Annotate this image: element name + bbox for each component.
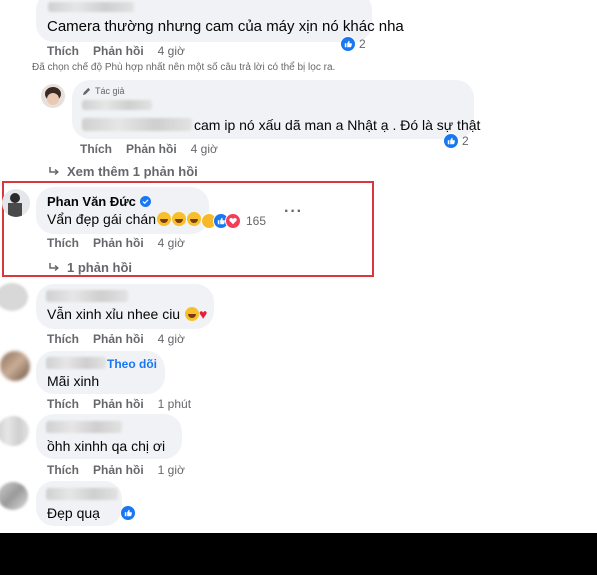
avatar[interactable] — [0, 283, 28, 311]
like-button[interactable]: Thích — [47, 463, 79, 477]
comment-text: ồhh xinhh qa chị ơi — [47, 438, 166, 454]
author-name-blurred — [82, 100, 152, 110]
avatar[interactable] — [0, 416, 29, 446]
reaction-count: 2 — [359, 37, 366, 51]
comment-text: Camera thường nhưng cam của máy xịn nó k… — [47, 18, 404, 35]
comment-bubble: Phan Văn Đức Vẩn đẹp gái chán — [36, 187, 209, 234]
like-button[interactable]: Thích — [47, 332, 79, 346]
verified-badge-icon — [139, 196, 151, 207]
timestamp[interactable]: 4 giờ — [158, 44, 185, 58]
view-replies-link[interactable]: 1 phản hồi — [49, 260, 132, 275]
like-button[interactable]: Thích — [80, 142, 112, 156]
avatar[interactable] — [0, 351, 30, 381]
comment-text: Đẹp quạ — [47, 505, 100, 521]
filter-note: Đã chọn chế độ Phù hợp nhất nên một số c… — [32, 62, 336, 73]
reaction-count: 2 — [462, 134, 469, 148]
like-reaction-icon — [340, 36, 356, 52]
comment-actions: Thích Phản hồi 1 phút — [47, 397, 191, 411]
author-reply-bubble: Tác giả cam ip nó xấu dã man a Nhật ạ . … — [72, 80, 480, 139]
comment-actions: Thích Phản hồi 4 giờ — [47, 236, 185, 250]
comment-actions: Thích Phản hồi 4 giờ — [47, 44, 185, 58]
red-heart-emoji-icon: ♥ — [198, 306, 208, 322]
reaction-summary[interactable]: 2 — [443, 133, 469, 149]
avatar[interactable] — [0, 482, 28, 510]
reaction-summary[interactable]: 2 — [340, 36, 366, 52]
commenter-name[interactable]: Phan Văn Đức — [47, 194, 136, 209]
like-reaction-icon — [120, 505, 136, 521]
timestamp[interactable]: 1 giờ — [158, 463, 185, 477]
like-button[interactable]: Thích — [47, 44, 79, 58]
comment-text: Vẫn xinh xỉu nhee ciu ♥ — [47, 306, 208, 322]
reply-button[interactable]: Phản hồi — [93, 463, 144, 477]
author-badge: Tác giả — [82, 86, 125, 96]
comment-actions: Thích Phản hồi 1 giờ — [47, 463, 185, 477]
reply-button[interactable]: Phản hồi — [93, 332, 144, 346]
comment-bubble: ồhh xinhh qa chị ơi — [36, 414, 182, 459]
smiling-hearts-emoji-icon — [184, 307, 199, 321]
reaction-summary[interactable]: 165 — [201, 213, 266, 229]
reply-button[interactable]: Phản hồi — [93, 44, 144, 58]
grin-emoji-icon — [186, 212, 201, 226]
like-button[interactable]: Thích — [47, 397, 79, 411]
reaction-count: 165 — [246, 214, 267, 228]
pen-icon — [82, 87, 91, 95]
comment-bubble: Vẫn xinh xỉu nhee ciu ♥ — [36, 284, 214, 329]
commenter-name-blurred — [46, 488, 118, 500]
comment-bubble: Theo dõi Mãi xinh — [36, 351, 165, 394]
bottom-black-bar — [0, 533, 597, 575]
reply-button[interactable]: Phản hồi — [93, 397, 144, 411]
grin-emoji-icon — [156, 212, 171, 226]
commenter-name-blurred — [48, 2, 134, 12]
comment-actions: Thích Phản hồi 4 giờ — [80, 142, 218, 156]
see-more-replies-link[interactable]: Xem thêm 1 phản hồi — [49, 164, 198, 179]
commenter-name-blurred — [46, 357, 106, 369]
comment-text: Mãi xinh — [47, 373, 100, 389]
comment-bubble: Camera thường nhưng cam của máy xịn nó k… — [36, 0, 404, 42]
comment-bubble: Đẹp quạ — [36, 481, 122, 526]
comment-actions: Thích Phản hồi 4 giờ — [47, 332, 185, 346]
reaction-summary[interactable] — [120, 505, 136, 521]
avatar[interactable] — [41, 84, 65, 108]
like-reaction-icon — [443, 133, 459, 149]
timestamp[interactable]: 4 giờ — [158, 236, 185, 250]
heart-reaction-icon — [225, 213, 241, 229]
follow-link[interactable]: Theo dõi — [107, 357, 157, 371]
timestamp[interactable]: 1 phút — [158, 397, 191, 411]
reply-button[interactable]: Phản hồi — [93, 236, 144, 250]
like-button[interactable]: Thích — [47, 236, 79, 250]
reply-arrow-icon — [49, 263, 59, 272]
reply-button[interactable]: Phản hồi — [126, 142, 177, 156]
commenter-name-blurred — [46, 290, 128, 302]
avatar[interactable] — [2, 189, 30, 217]
reply-arrow-icon — [49, 167, 59, 176]
more-options-icon[interactable]: ··· — [284, 203, 303, 221]
comment-text: Vẩn đẹp gái chán — [47, 211, 201, 227]
commenter-name-blurred — [46, 421, 122, 433]
timestamp[interactable]: 4 giờ — [158, 332, 185, 346]
comment-text: cam ip nó xấu dã man a Nhật ạ . Đó là sự… — [194, 117, 481, 133]
timestamp[interactable]: 4 giờ — [191, 142, 218, 156]
mention-blurred — [82, 118, 192, 131]
grin-emoji-icon — [171, 212, 186, 226]
